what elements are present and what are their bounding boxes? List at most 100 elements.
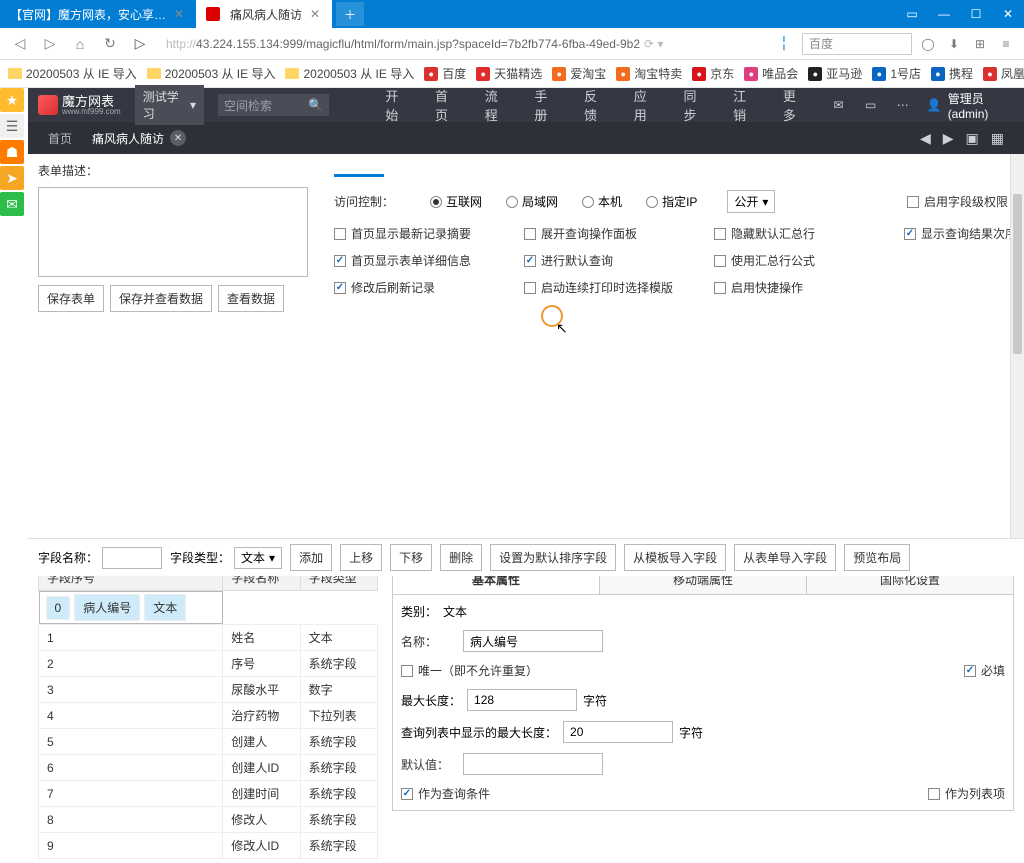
access-radio[interactable]: 指定IP [646,193,697,210]
option-checkbox[interactable]: 首页显示表单详细信息 [334,252,504,269]
nav-item[interactable]: 手册 [522,88,568,122]
next-icon[interactable]: ▶ [943,130,954,147]
table-row[interactable]: 6创建人ID系统字段 [39,755,378,781]
admin-menu[interactable]: 👤 管理员(admin) [927,90,1014,121]
bookmark-item[interactable]: ●爱淘宝 [552,65,606,82]
field-name-input[interactable] [102,547,162,569]
required-checkbox[interactable]: 必填 [964,662,1005,679]
close-icon[interactable]: ✕ [170,130,186,146]
scrollbar-thumb[interactable] [1013,194,1022,354]
mode-select[interactable]: 测试学习▾ [135,85,204,125]
default-input[interactable] [463,753,603,775]
desc-textarea[interactable] [38,187,308,277]
prev-icon[interactable]: ◀ [920,130,931,147]
nav-item[interactable]: 江销 [721,88,767,122]
weibo-icon[interactable]: ➤ [0,166,24,190]
window-close-icon[interactable]: ✕ [992,0,1024,28]
table-row[interactable]: 2序号系统字段 [39,651,378,677]
logo[interactable]: 魔方网表 www.mf999.com [38,95,121,116]
download-icon[interactable]: ⬇ [944,34,964,54]
footer-button[interactable]: 从模板导入字段 [624,544,726,571]
star-icon[interactable]: ★ [0,88,24,112]
visibility-select[interactable]: 公开 ▾ [727,190,775,213]
nav-item[interactable]: 首页 [423,88,469,122]
layout-a-icon[interactable]: ▣ [966,130,979,147]
reload-icon[interactable]: ↻ [98,32,122,56]
maxlen-input[interactable] [467,689,577,711]
nav-item[interactable]: 流程 [473,88,519,122]
field-perm-checkbox[interactable]: 启用字段级权限 [907,193,1008,210]
bookmark-item[interactable]: ●百度 [424,65,466,82]
option-checkbox[interactable]: 进行默认查询 [524,252,694,269]
option-checkbox[interactable]: 使用汇总行公式 [714,252,884,269]
user-icon[interactable]: ◯ [918,34,938,54]
access-radio[interactable]: 本机 [582,193,622,210]
browser-search-input[interactable]: 百度 [802,33,912,55]
bookmark-item[interactable]: ●京东 [692,65,734,82]
nav-item[interactable]: 反馈 [572,88,618,122]
tab-active-indicator[interactable] [334,162,384,177]
url-input[interactable]: http:// 43.224.155.134:999/magicflu/html… [158,33,766,55]
bookmark-item[interactable]: 20200503 从 IE 导入 [285,65,414,82]
table-row[interactable]: 3尿酸水平数字 [39,677,378,703]
option-checkbox[interactable]: 展开查询操作面板 [524,225,694,242]
table-row[interactable]: 8修改人系统字段 [39,807,378,833]
forward-icon[interactable]: ▷ [38,32,62,56]
table-row[interactable]: 9修改人ID系统字段 [39,833,378,859]
nav-item[interactable]: 同步 [671,88,717,122]
option-checkbox[interactable]: 首页显示最新记录摘要 [334,225,504,242]
save-form-button[interactable]: 保存表单 [38,285,104,312]
nav-item[interactable]: 更多 [771,88,817,122]
field-type-select[interactable]: 文本 ▾ [234,547,282,569]
option-checkbox[interactable]: 启动连续打印时选择模版 [524,279,694,296]
subtab-form[interactable]: 痛风病人随访 ✕ [92,122,186,154]
bookmark-item[interactable]: ●凤凰 [983,65,1024,82]
footer-button[interactable]: 添加 [290,544,332,571]
listlen-input[interactable] [563,721,673,743]
space-search-input[interactable]: 空间检索 🔍 [218,94,329,116]
option-checkbox[interactable]: 显示查询结果次序 [904,225,1024,242]
save-view-button[interactable]: 保存并查看数据 [110,285,212,312]
chat-icon[interactable]: ⋯ [895,96,911,114]
rss-icon[interactable]: ☗ [0,140,24,164]
bookmark-item[interactable]: 20200503 从 IE 导入 [147,65,276,82]
bookmark-item[interactable]: ●亚马逊 [808,65,862,82]
new-tab-button[interactable]: ＋ [336,2,364,26]
as-list-checkbox[interactable]: 作为列表项 [928,785,1005,802]
browser-tab-1[interactable]: 痛风病人随访 ✕ [196,0,332,28]
footer-button[interactable]: 上移 [340,544,382,571]
nav-item[interactable]: 应用 [622,88,668,122]
layout-b-icon[interactable]: ▦ [991,130,1004,147]
table-row[interactable]: 0病人编号文本 [39,591,223,624]
table-row[interactable]: 7创建时间系统字段 [39,781,378,807]
option-checkbox[interactable]: 隐藏默认汇总行 [714,225,884,242]
menu-icon[interactable]: ☰ [0,114,24,138]
unique-checkbox[interactable]: 唯一（即不允许重复） [401,662,538,679]
window-minimize-icon[interactable]: — [928,0,960,28]
as-query-checkbox[interactable]: 作为查询条件 [401,785,490,802]
bookmark-item[interactable]: ●携程 [931,65,973,82]
grid-icon[interactable]: ⊞ [970,34,990,54]
access-radio[interactable]: 局域网 [506,193,558,210]
close-icon[interactable]: ✕ [172,7,186,21]
menu-icon[interactable]: ≡ [996,34,1016,54]
window-icon[interactable]: ▭ [863,96,879,114]
name-input[interactable] [463,630,603,652]
bookmark-item[interactable]: 20200503 从 IE 导入 [8,65,137,82]
stop-icon[interactable]: ▷ [128,32,152,56]
table-row[interactable]: 4治疗药物下拉列表 [39,703,378,729]
footer-button[interactable]: 删除 [440,544,482,571]
url-actions[interactable]: ⟳ ▾ [644,37,663,51]
back-icon[interactable]: ◁ [8,32,32,56]
table-row[interactable]: 5创建人系统字段 [39,729,378,755]
browser-tab-0[interactable]: 【官网】魔方网表，安心享… ✕ [0,0,196,28]
chat-icon[interactable]: ✉ [0,192,24,216]
nav-item[interactable]: 开始 [373,88,419,122]
access-radio[interactable]: 互联网 [430,193,482,210]
mail-icon[interactable]: ✉ [831,96,847,114]
table-row[interactable]: 1姓名文本 [39,625,378,651]
option-checkbox[interactable]: 修改后刷新记录 [334,279,504,296]
subtab-home[interactable]: 首页 [48,122,72,154]
home-icon[interactable]: ⌂ [68,32,92,56]
window-note-icon[interactable]: ▭ [896,0,928,28]
